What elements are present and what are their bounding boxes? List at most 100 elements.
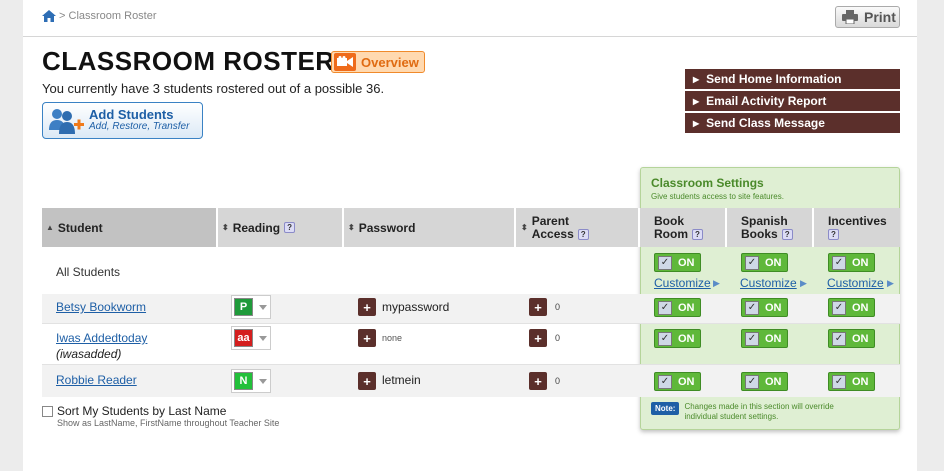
checkbox-icon: ✓	[832, 255, 846, 270]
chevron-down-icon	[259, 378, 267, 384]
checkbox-icon: ✓	[745, 331, 759, 346]
page: > Classroom Roster Print CLASSROOM ROSTE…	[23, 0, 917, 471]
parent-access-count: 0	[555, 376, 561, 386]
add-parent-access-button[interactable]: +	[529, 298, 547, 316]
spanish-books-toggle[interactable]: ✓ ON	[741, 298, 788, 317]
incentives-toggle[interactable]: ✓ ON	[828, 329, 875, 348]
email-activity-report-button[interactable]: ▶ Email Activity Report	[685, 91, 900, 111]
sort-icon: ⬍	[348, 223, 355, 232]
parent-access-count: 0	[555, 302, 561, 312]
edit-password-button[interactable]: +	[358, 372, 376, 390]
toggle-label: ON	[678, 301, 695, 314]
caret-right-icon: ▶	[693, 96, 700, 106]
roster-summary: You currently have 3 students rostered o…	[42, 81, 385, 96]
overview-button[interactable]: Overview	[331, 51, 425, 73]
caret-right-icon: ▶	[713, 278, 720, 288]
toggle-label: ON	[765, 332, 782, 345]
password-value: letmein	[382, 373, 421, 387]
note-text: Changes made in this section will overri…	[684, 402, 834, 421]
checkbox-icon: ✓	[658, 300, 672, 315]
settings-note: Note: Changes made in this section will …	[651, 402, 864, 422]
spanish-books-customize-link[interactable]: Customize	[740, 276, 797, 290]
edit-password-button[interactable]: +	[358, 298, 376, 316]
column-label: Access	[531, 226, 574, 241]
home-icon[interactable]	[42, 10, 56, 22]
parent-access-count: 0	[555, 333, 561, 343]
password-value: none	[382, 333, 403, 343]
top-bar: > Classroom Roster Print	[23, 0, 917, 37]
help-icon[interactable]: ?	[692, 228, 703, 240]
toggle-label: ON	[678, 332, 695, 345]
action-label: Send Class Message	[706, 116, 825, 130]
page-title: CLASSROOM ROSTER	[42, 46, 335, 76]
toggle-label: ON	[852, 256, 869, 269]
chevron-down-icon	[259, 304, 267, 310]
column-header-student[interactable]: ▲ Student	[42, 208, 218, 247]
add-parent-access-button[interactable]: +	[529, 372, 547, 390]
spanish-books-toggle[interactable]: ✓ ON	[741, 372, 788, 391]
book-room-all-toggle[interactable]: ✓ ON	[654, 253, 701, 272]
spanish-books-toggle[interactable]: ✓ ON	[741, 329, 788, 348]
caret-right-icon: ▶	[693, 118, 700, 128]
book-room-toggle[interactable]: ✓ ON	[654, 329, 701, 348]
action-menu: ▶ Send Home Information ▶ Email Activity R…	[685, 69, 900, 135]
checkbox-icon: ✓	[832, 374, 846, 389]
student-name-link[interactable]: Iwas Addedtoday	[56, 331, 147, 345]
caret-right-icon: ▶	[800, 278, 807, 288]
column-label: Incentives	[828, 213, 887, 228]
toggle-label: ON	[678, 256, 695, 269]
add-students-title: Add Students	[89, 106, 174, 122]
note-badge: Note:	[651, 402, 680, 415]
column-header-parent-access[interactable]: ⬍ Parent Access?	[516, 208, 640, 247]
toggle-label: ON	[765, 375, 782, 388]
reading-level-select[interactable]: P	[231, 295, 271, 319]
incentives-toggle[interactable]: ✓ ON	[828, 372, 875, 391]
incentives-all-toggle[interactable]: ✓ ON	[828, 253, 875, 272]
reading-level-select[interactable]: aa	[231, 326, 271, 350]
sort-asc-icon: ▲	[46, 223, 54, 232]
column-label: Student	[57, 220, 103, 235]
book-room-toggle[interactable]: ✓ ON	[654, 372, 701, 391]
caret-right-icon: ▶	[693, 74, 700, 84]
column-header-reading[interactable]: ⬍ Reading?	[218, 208, 344, 247]
toggle-label: ON	[765, 256, 782, 269]
password-value: mypassword	[382, 300, 450, 314]
send-home-information-button[interactable]: ▶ Send Home Information	[685, 69, 900, 89]
sort-by-last-name-hint: Show as LastName, FirstName throughout T…	[57, 418, 280, 428]
add-parent-access-button[interactable]: +	[529, 329, 547, 347]
print-label: Print	[864, 9, 896, 25]
book-room-customize-link[interactable]: Customize	[654, 276, 711, 290]
help-icon[interactable]: ?	[284, 222, 296, 233]
help-icon[interactable]: ?	[828, 228, 839, 240]
add-users-icon	[49, 108, 84, 134]
student-name-link[interactable]: Robbie Reader	[56, 373, 137, 387]
column-label: Room	[654, 226, 688, 241]
incentives-toggle[interactable]: ✓ ON	[828, 298, 875, 317]
column-label: Password	[358, 220, 416, 235]
book-room-toggle[interactable]: ✓ ON	[654, 298, 701, 317]
checkbox-icon: ✓	[745, 300, 759, 315]
send-class-message-button[interactable]: ▶ Send Class Message	[685, 113, 900, 133]
student-name-link[interactable]: Betsy Bookworm	[56, 300, 146, 314]
reading-level-badge: aa	[234, 329, 253, 347]
all-students-label: All Students	[56, 265, 121, 279]
sort-icon: ⬍	[222, 223, 229, 232]
incentives-customize-link[interactable]: Customize	[827, 276, 884, 290]
print-button[interactable]: Print	[835, 6, 900, 28]
help-icon[interactable]: ?	[577, 228, 589, 240]
edit-password-button[interactable]: +	[358, 329, 376, 347]
caret-right-icon: ▶	[887, 278, 894, 288]
spanish-books-all-toggle[interactable]: ✓ ON	[741, 253, 788, 272]
sort-by-last-name-checkbox[interactable]	[42, 406, 53, 417]
column-header-incentives: Incentives?	[814, 208, 900, 247]
column-header-spanish-books: Spanish Books?	[727, 208, 814, 247]
checkbox-icon: ✓	[832, 331, 846, 346]
add-students-button[interactable]: Add Students Add, Restore, Transfer	[42, 102, 203, 139]
help-icon[interactable]: ?	[781, 228, 793, 240]
settings-title: Classroom Settings	[651, 176, 764, 190]
reading-level-select[interactable]: N	[231, 369, 271, 393]
action-label: Send Home Information	[706, 72, 842, 86]
sort-by-last-name-option: Sort My Students by Last Name Show as La…	[42, 404, 279, 428]
column-header-password[interactable]: ⬍ Password	[344, 208, 516, 247]
student-nickname: (iwasadded)	[56, 347, 122, 361]
